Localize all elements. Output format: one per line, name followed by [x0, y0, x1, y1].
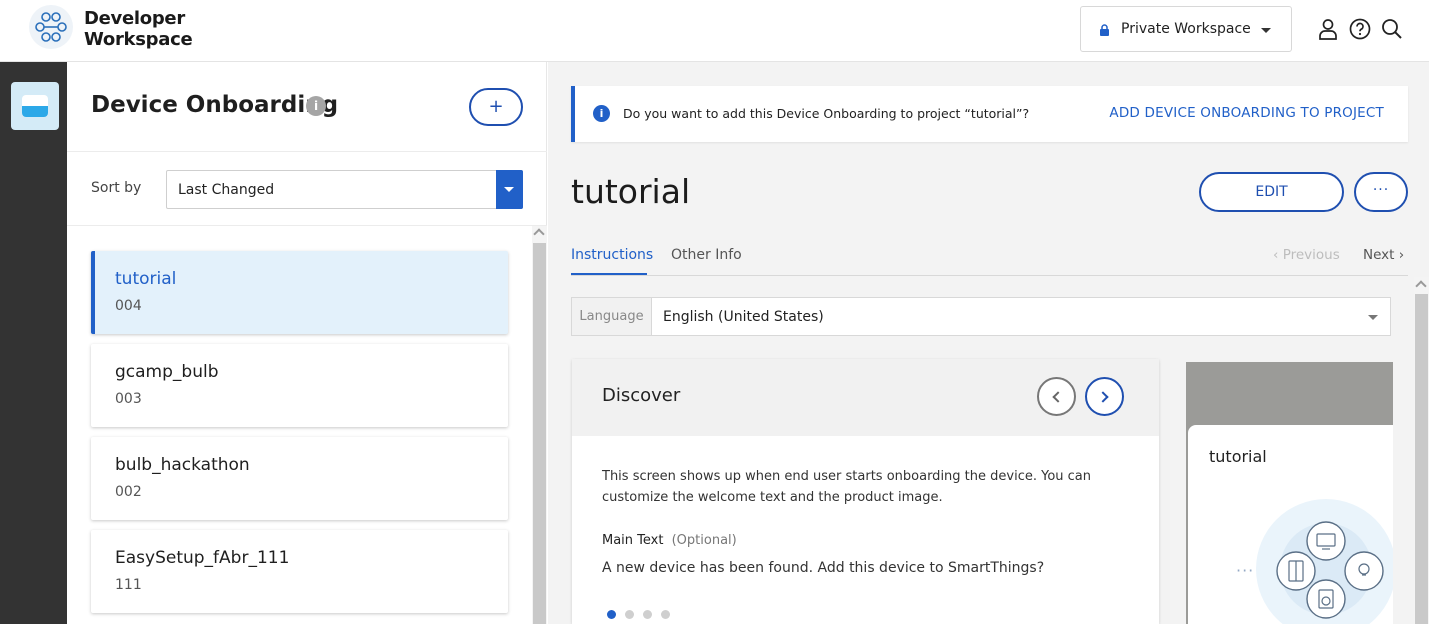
tab-other-info[interactable]: Other Info	[671, 247, 742, 263]
page-dot-1[interactable]	[607, 610, 616, 619]
next-step-button[interactable]	[1085, 377, 1124, 416]
workspace-label: Private Workspace	[1121, 21, 1251, 37]
search-icon[interactable]	[1381, 18, 1403, 40]
chevron-left-icon	[1052, 391, 1064, 403]
list-item-number: 002	[115, 484, 142, 500]
sort-value: Last Changed	[178, 182, 275, 198]
phone-preview: tutorial ···	[1186, 362, 1393, 624]
sort-select[interactable]: Last Changed	[166, 170, 523, 209]
sort-label: Sort by	[91, 180, 142, 196]
tab-instructions[interactable]: Instructions	[571, 247, 653, 263]
step-description: This screen shows up when end user start…	[602, 469, 1091, 505]
list-scrollbar[interactable]	[532, 226, 547, 624]
scrollbar-thumb[interactable]	[533, 243, 546, 624]
list-item-number: 004	[115, 298, 142, 314]
language-value: English (United States)	[663, 309, 824, 325]
add-to-project-banner: i Do you want to add this Device Onboard…	[571, 86, 1408, 142]
language-label: Language	[572, 298, 652, 335]
scrollbar-thumb[interactable]	[1415, 294, 1428, 624]
brand-name[interactable]: Developer Workspace	[84, 8, 193, 50]
preview-dots: ···	[1236, 561, 1255, 580]
list-item-name: EasySetup_fAbr_111	[115, 548, 290, 568]
brand-line-2: Workspace	[84, 29, 193, 50]
main-text-value: A new device has been found. Add this de…	[602, 560, 1045, 576]
main-text-label: Main Text (Optional)	[602, 533, 737, 548]
page-dot-3[interactable]	[643, 610, 652, 619]
previous-button[interactable]: ‹ Previous	[1273, 247, 1340, 263]
preview-title: tutorial	[1209, 447, 1267, 466]
preview-sheet: tutorial ···	[1188, 425, 1393, 624]
page-dot-2[interactable]	[625, 610, 634, 619]
add-to-project-link[interactable]: ADD DEVICE ONBOARDING TO PROJECT	[1109, 105, 1384, 121]
detail-panel: i Do you want to add this Device Onboard…	[548, 62, 1429, 624]
divider	[67, 225, 547, 226]
step-card: Discover This screen shows up when end u…	[572, 359, 1159, 624]
help-icon[interactable]	[1349, 18, 1371, 40]
optional-tag: (Optional)	[671, 533, 737, 548]
divider	[67, 151, 547, 152]
left-navigation-rail	[0, 62, 67, 624]
divider	[571, 275, 1408, 276]
device-onboarding-icon	[22, 95, 48, 117]
banner-text: Do you want to add this Device Onboardin…	[623, 106, 1030, 121]
brand-line-1: Developer	[84, 8, 185, 29]
language-select[interactable]: Language English (United States)	[571, 297, 1391, 336]
more-options-button[interactable]: ···	[1354, 172, 1408, 212]
next-button[interactable]: Next ›	[1363, 247, 1404, 263]
list-item-gcamp-bulb[interactable]: gcamp_bulb 003	[91, 344, 508, 427]
chevron-down-icon[interactable]	[496, 170, 523, 209]
info-icon: i	[593, 105, 610, 122]
panel-title: Device Onboarding	[91, 92, 339, 118]
workspace-select[interactable]: Private Workspace	[1080, 6, 1292, 52]
step-title: Discover	[602, 385, 681, 406]
chevron-down-icon	[1368, 315, 1378, 320]
previous-step-button[interactable]	[1037, 377, 1076, 416]
main-text-label-text: Main Text	[602, 533, 664, 548]
list-item-tutorial[interactable]: tutorial 004	[91, 251, 508, 334]
edit-button[interactable]: EDIT	[1199, 172, 1344, 212]
page-title: tutorial	[571, 172, 691, 211]
step-header: Discover	[572, 359, 1159, 436]
chevron-down-icon	[1261, 28, 1271, 33]
content-scrollbar[interactable]	[1414, 277, 1429, 624]
developer-workspace-logo-icon[interactable]	[28, 4, 74, 50]
page-dot-4[interactable]	[661, 610, 670, 619]
list-item-number: 111	[115, 577, 142, 593]
add-device-onboarding-button[interactable]: +	[469, 88, 523, 126]
devices-illustration-icon	[1256, 499, 1393, 624]
device-onboarding-list-panel: Device Onboarding i + Sort by Last Chang…	[67, 62, 547, 624]
scroll-up-icon[interactable]	[533, 228, 545, 240]
list-item-number: 003	[115, 391, 142, 407]
account-icon[interactable]	[1317, 18, 1339, 40]
top-header: Developer Workspace Private Workspace	[0, 0, 1429, 62]
list-item-easysetup[interactable]: EasySetup_fAbr_111 111	[91, 530, 508, 613]
list-item-bulb-hackathon[interactable]: bulb_hackathon 002	[91, 437, 508, 520]
device-onboarding-nav-button[interactable]	[11, 82, 59, 130]
chevron-right-icon	[1097, 391, 1109, 403]
list-item-name: gcamp_bulb	[115, 362, 219, 382]
lock-icon	[1100, 24, 1109, 36]
list-item-name: tutorial	[115, 269, 177, 289]
info-icon[interactable]: i	[306, 96, 326, 116]
list-item-name: bulb_hackathon	[115, 455, 250, 475]
scroll-up-icon[interactable]	[1415, 280, 1427, 292]
